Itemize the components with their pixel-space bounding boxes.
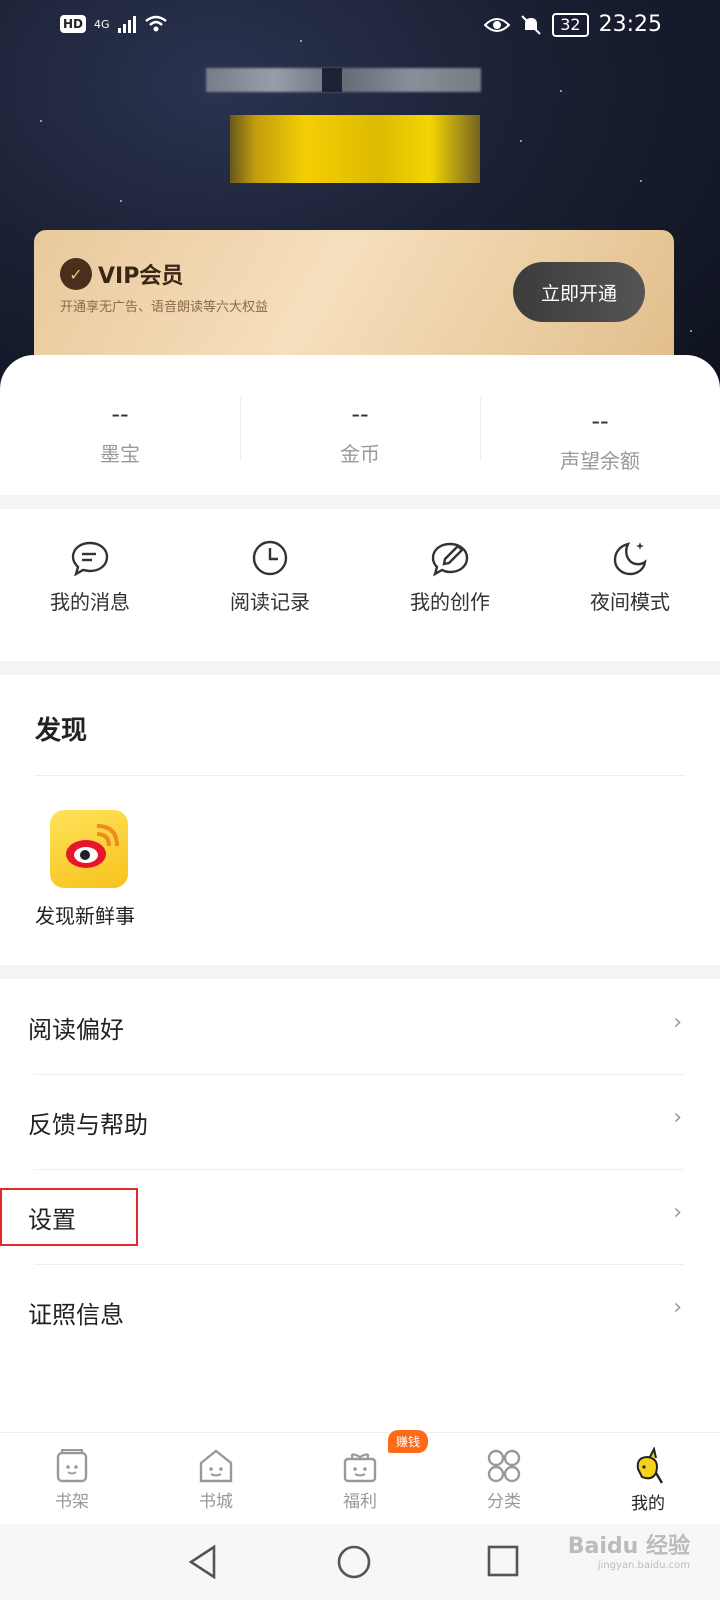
tab-label: 书架: [55, 1492, 89, 1512]
stat-label: 金币: [340, 442, 380, 466]
moon-icon: [613, 542, 647, 576]
recents-icon[interactable]: [486, 1544, 520, 1578]
quick-night-mode[interactable]: 夜间模式: [540, 518, 720, 658]
divider: [0, 495, 720, 509]
quick-messages[interactable]: 我的消息: [0, 518, 180, 658]
discover-item-label[interactable]: 发现新鲜事: [35, 900, 135, 929]
tab-label: 我的: [631, 1494, 665, 1514]
highlight-box: [0, 1188, 138, 1246]
mute-bell-icon: [521, 14, 541, 35]
stat-label: 声望余额: [560, 449, 640, 473]
stat-coins[interactable]: -- 金币: [240, 385, 480, 495]
discover-title: 发现: [35, 716, 88, 746]
menu-item-label: 阅读偏好: [28, 1016, 124, 1044]
watermark-brand: Baidu 经验: [567, 1534, 690, 1559]
bookshelf-icon: [56, 1449, 88, 1483]
quick-history[interactable]: 阅读记录: [180, 518, 360, 658]
stat-value: --: [351, 400, 369, 428]
stats-row: -- 墨宝 -- 金币 -- 声望余额: [0, 385, 720, 495]
signal-icon: [117, 15, 136, 33]
weibo-icon[interactable]: [50, 810, 128, 888]
hd-indicator: HD: [60, 15, 87, 33]
menu-item-feedback[interactable]: 反馈与帮助 ›: [0, 1075, 720, 1170]
back-icon[interactable]: [186, 1544, 220, 1580]
vip-title: VIP会员: [98, 264, 184, 289]
battery-icon: 32: [552, 12, 589, 37]
profile-icon: [636, 1447, 664, 1484]
tab-category[interactable]: 分类: [432, 1433, 576, 1524]
vip-card[interactable]: ✓ VIP会员 开通享无广告、语音朗读等六大权益 立即开通: [34, 230, 674, 360]
clock-icon: [252, 540, 288, 576]
quick-creations[interactable]: 我的创作: [360, 518, 540, 658]
quick-actions: 我的消息 阅读记录 我的创作 夜间模式: [0, 518, 720, 658]
menu-item-label: 证照信息: [28, 1301, 124, 1329]
earn-badge: 赚钱: [388, 1430, 429, 1453]
divider: [0, 965, 720, 979]
home-icon[interactable]: [336, 1544, 372, 1580]
menu-item-label: 反馈与帮助: [28, 1111, 148, 1139]
status-bar: HD 4G 32 23:25: [0, 0, 720, 54]
stat-value: --: [111, 400, 129, 428]
vip-subtitle: 开通享无广告、语音朗读等六大权益: [60, 300, 269, 315]
quick-label: 我的消息: [50, 590, 130, 614]
blurred-username: [206, 68, 481, 92]
divider: [0, 661, 720, 675]
eye-icon: [484, 17, 511, 32]
chevron-right-icon: ›: [673, 1010, 682, 1035]
tab-bookshelf[interactable]: 书架: [0, 1433, 144, 1524]
gift-icon: [343, 1453, 377, 1483]
quick-label: 夜间模式: [590, 590, 670, 614]
tab-profile[interactable]: 我的: [576, 1433, 720, 1524]
quick-label: 阅读记录: [230, 590, 310, 614]
bookstore-icon: [199, 1449, 233, 1483]
chevron-right-icon: ›: [673, 1105, 682, 1130]
stat-mobao[interactable]: -- 墨宝: [0, 385, 240, 495]
stat-reputation[interactable]: -- 声望余额: [480, 385, 720, 495]
tab-label: 分类: [487, 1492, 521, 1512]
tab-label: 书城: [199, 1492, 233, 1512]
menu-item-reading-preference[interactable]: 阅读偏好 ›: [0, 980, 720, 1075]
chevron-right-icon: ›: [673, 1200, 682, 1225]
stat-label: 墨宝: [100, 442, 140, 466]
tab-label: 福利: [343, 1492, 377, 1512]
blurred-badge: [230, 115, 480, 183]
discover-section: 发现 发现新鲜事: [0, 675, 720, 965]
menu-item-license[interactable]: 证照信息 ›: [0, 1265, 720, 1360]
wifi-icon: [144, 15, 167, 32]
message-icon: [71, 541, 109, 577]
quick-label: 我的创作: [410, 590, 490, 614]
network-type: 4G: [94, 17, 110, 31]
watermark-url: jingyan.baidu.com: [597, 1560, 690, 1571]
clock-time: 23:25: [598, 12, 662, 37]
chevron-right-icon: ›: [673, 1295, 682, 1320]
bottom-tab-bar: 书架 书城 福利 分类 我的: [0, 1432, 720, 1524]
vip-open-button[interactable]: 立即开通: [513, 262, 645, 322]
watermark: Baidu 经验 jingyan.baidu.com: [568, 1528, 690, 1571]
pen-icon: [431, 542, 469, 577]
vip-logo-icon: ✓: [60, 258, 92, 290]
stat-value: --: [591, 407, 609, 435]
settings-menu: 阅读偏好 › 反馈与帮助 › 设置 › 证照信息 ›: [0, 980, 720, 1360]
category-icon: [487, 1449, 521, 1483]
tab-bookstore[interactable]: 书城: [144, 1433, 288, 1524]
